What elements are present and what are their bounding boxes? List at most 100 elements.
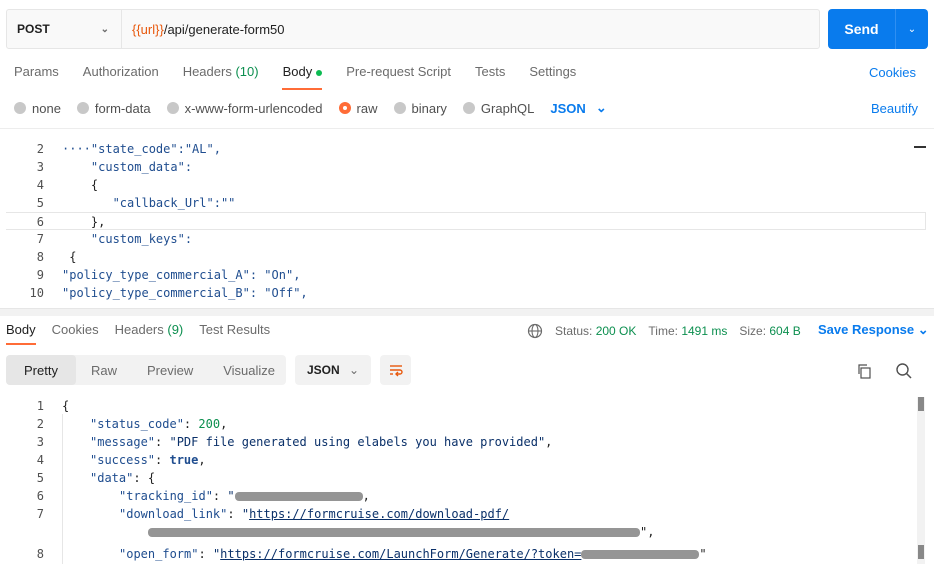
search-icon[interactable] (895, 362, 913, 380)
radio-raw-label: raw (356, 100, 378, 116)
open-form-link[interactable]: https://formcruise.com/LaunchForm/Genera… (220, 547, 581, 561)
response-tab-headers[interactable]: Headers (9) (115, 322, 184, 337)
wrap-lines-icon (389, 365, 403, 377)
scrollbar-thumb[interactable] (918, 545, 924, 559)
view-raw[interactable]: Raw (76, 355, 132, 385)
line-code: "open_form": "https://formcruise.com/Lau… (119, 547, 707, 561)
response-format-select[interactable]: JSON ⌄ (295, 355, 371, 385)
response-tab-cookies[interactable]: Cookies (52, 322, 99, 337)
body-format-select[interactable]: JSON ⌄ (550, 100, 606, 116)
line-code: "policy_type_commercial_B": "Off", (62, 286, 308, 300)
wrap-lines-button[interactable] (380, 355, 411, 385)
radio-raw[interactable]: raw (338, 100, 378, 116)
tab-body[interactable]: Body (283, 64, 323, 79)
editor-line: 4 { (6, 176, 926, 194)
editor-line: 10 "policy_type_commercial_B": "Off", (6, 284, 926, 302)
response-body-viewer[interactable]: 1{ 2 "status_code": 200, 3 "message": "PDF… (6, 397, 912, 564)
json-key: "message" (90, 435, 156, 449)
line-number: 6 (36, 489, 44, 503)
view-pretty[interactable]: Pretty (6, 355, 76, 385)
response-line: 3 "message": "PDF file generated using el… (6, 433, 912, 451)
chevron-down-icon[interactable]: ⌄ (896, 9, 928, 49)
view-preview[interactable]: Preview (132, 355, 208, 385)
save-response-label: Save Response (818, 322, 915, 337)
tab-params[interactable]: Params (14, 64, 59, 79)
line-number: 1 (36, 399, 44, 413)
send-button[interactable]: Send ⌄ (828, 9, 928, 49)
line-code: { (62, 178, 99, 192)
method-select[interactable]: POST ⌄ (7, 10, 122, 48)
line-number: 6 (36, 215, 44, 229)
response-line: 5 "data": { (6, 469, 912, 487)
pane-resize-handle[interactable] (0, 308, 934, 316)
view-visualize[interactable]: Visualize (208, 355, 290, 385)
json-value: " (241, 507, 250, 521)
response-tab-test-results[interactable]: Test Results (199, 322, 270, 337)
json-key: "success" (90, 453, 156, 467)
redacted-value (581, 550, 700, 559)
beautify-button[interactable]: Beautify (871, 101, 918, 116)
redacted-value (234, 492, 363, 501)
line-code: "tracking_id": ", (119, 489, 370, 503)
response-tab-body[interactable]: Body (6, 322, 36, 337)
radio-selected-icon (338, 102, 351, 114)
globe-icon[interactable] (527, 323, 543, 339)
radio-circle-icon (166, 102, 179, 114)
line-code: { (62, 399, 70, 413)
line-number: 9 (36, 268, 44, 282)
json-key: "data" (90, 471, 134, 485)
save-response-button[interactable]: Save Response ⌄ (818, 322, 929, 338)
line-code: "data": { (90, 471, 156, 485)
request-body-editor[interactable]: 2 ····"state_code":"AL", 3 "custom_data":… (6, 140, 926, 308)
size-label: Size: (739, 324, 767, 338)
json-value: " (227, 489, 235, 503)
response-format-label: JSON (307, 363, 340, 377)
line-number: 10 (29, 286, 44, 300)
line-code: "download_link": "https://formcruise.com… (119, 507, 510, 521)
tab-tests[interactable]: Tests (475, 64, 505, 79)
line-code: "callback_Url":"" (62, 196, 236, 210)
chevron-down-icon: ⌄ (348, 363, 359, 377)
tab-authorization[interactable]: Authorization (83, 64, 159, 79)
response-line: 4 "success": true, (6, 451, 912, 469)
radio-binary-label: binary (411, 100, 447, 116)
divider (0, 128, 934, 129)
download-link[interactable]: https://formcruise.com/download-pdf/ (249, 507, 509, 521)
request-tabs: Params Authorization Headers (10) Body P… (14, 64, 576, 79)
tab-body-label: Body (282, 64, 313, 79)
copy-icon[interactable] (856, 363, 872, 379)
tab-settings[interactable]: Settings (529, 64, 576, 79)
radio-urlencoded-label: x-www-form-urlencoded (184, 100, 323, 116)
size-value: 604 B (769, 324, 801, 338)
line-code: "success": true, (90, 453, 206, 467)
url-input[interactable]: {{url}}/api/generate-form50 (122, 10, 819, 48)
tab-headers[interactable]: Headers (10) (183, 64, 259, 79)
scrollbar-thumb[interactable] (918, 397, 924, 411)
response-line-wrapped: ", (6, 523, 912, 541)
response-tabs: Body Cookies Headers (9) Test Results (6, 322, 270, 337)
radio-form-data[interactable]: form-data (76, 101, 151, 116)
size-info[interactable]: Size: 604 B (739, 324, 800, 338)
cookies-link[interactable]: Cookies (869, 65, 916, 80)
editor-line: 2 ····"state_code":"AL", (6, 140, 926, 158)
editor-scrollbar[interactable] (914, 146, 926, 148)
radio-none[interactable]: none (14, 101, 61, 116)
radio-urlencoded[interactable]: x-www-form-urlencoded (166, 100, 323, 116)
response-line: 8 "open_form": "https://formcruise.com/La… (6, 545, 912, 563)
json-value: true (169, 453, 199, 467)
line-number: 7 (36, 507, 44, 521)
status-info[interactable]: Status: 200 OK (555, 324, 636, 338)
tab-pre-request-script[interactable]: Pre-request Script (346, 64, 451, 79)
line-number: 3 (36, 160, 44, 174)
editor-line: 8 { (6, 248, 926, 266)
line-code: }, (62, 215, 106, 229)
line-number: 3 (36, 435, 44, 449)
radio-binary[interactable]: binary (393, 100, 447, 116)
line-code: "custom_data": (62, 160, 193, 174)
editor-line: 7 "custom_keys": (6, 230, 926, 248)
response-scrollbar[interactable] (917, 397, 925, 564)
response-line: 7 "download_link": "https://formcruise.co… (6, 505, 912, 523)
line-code: "message": "PDF file generated using ela… (90, 435, 553, 449)
radio-graphql[interactable]: GraphQL (462, 101, 534, 116)
time-info[interactable]: Time: 1491 ms (648, 324, 727, 338)
